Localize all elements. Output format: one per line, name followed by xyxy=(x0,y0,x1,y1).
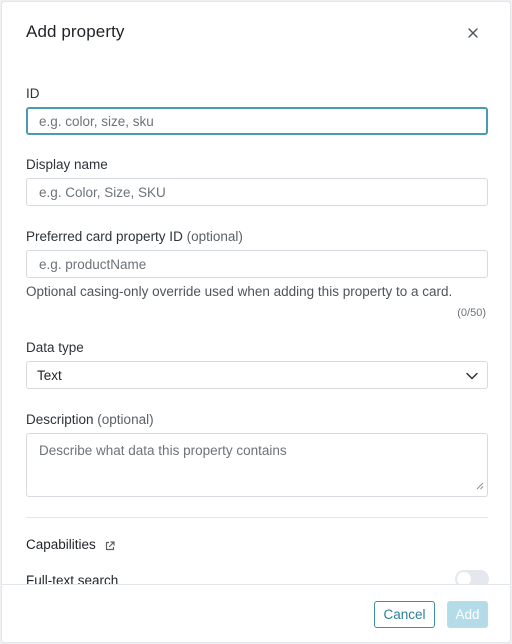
add-property-dialog: Add property ID Display name Preferred c… xyxy=(1,1,511,643)
chevron-down-icon xyxy=(465,369,479,386)
dialog-body[interactable]: ID Display name Preferred card property … xyxy=(2,64,510,584)
card-property-id-label: Preferred card property ID (optional) xyxy=(26,229,243,244)
card-property-id-label-text: Preferred card property ID xyxy=(26,229,183,244)
toggle-knob xyxy=(457,572,471,584)
data-type-select[interactable]: Text xyxy=(26,361,488,389)
optional-tag: (optional) xyxy=(186,229,243,244)
card-property-id-input[interactable] xyxy=(26,250,488,278)
capability-full-text-search-label: Full-text search xyxy=(26,573,119,584)
capabilities-title: Capabilities xyxy=(26,537,96,552)
dialog-title: Add property xyxy=(26,22,125,41)
display-name-label: Display name xyxy=(26,157,108,172)
display-name-input[interactable] xyxy=(26,178,488,206)
external-link-icon[interactable] xyxy=(104,539,116,557)
section-divider xyxy=(26,517,488,518)
data-type-selected: Text xyxy=(37,368,62,383)
description-wrapper xyxy=(2,433,510,497)
data-type-label: Data type xyxy=(26,340,84,355)
description-textarea[interactable] xyxy=(26,433,488,497)
resize-handle-icon[interactable] xyxy=(476,477,484,495)
id-input[interactable] xyxy=(26,107,488,135)
description-label: Description (optional) xyxy=(26,412,154,427)
dialog-footer: Cancel Add xyxy=(2,584,510,642)
id-label: ID xyxy=(26,86,40,101)
close-icon[interactable] xyxy=(463,23,483,43)
character-counter: (0/50) xyxy=(457,307,486,319)
card-property-id-help: Optional casing-only override used when … xyxy=(26,284,453,299)
add-button[interactable]: Add xyxy=(447,601,488,628)
cancel-button[interactable]: Cancel xyxy=(374,601,435,628)
full-text-search-toggle[interactable] xyxy=(455,570,489,584)
description-label-text: Description xyxy=(26,412,94,427)
optional-tag: (optional) xyxy=(97,412,154,427)
dialog-header: Add property xyxy=(2,2,510,64)
